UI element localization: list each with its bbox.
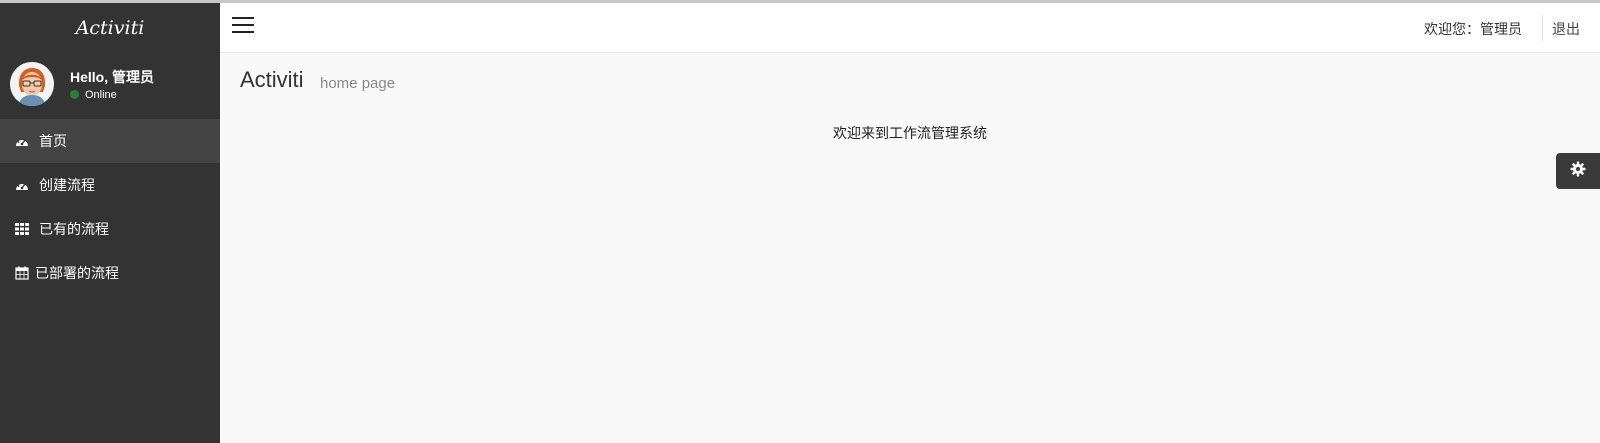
dashboard-icon [14, 177, 30, 193]
sidebar-menu: 首页 创建流程 已有的流程 已部署的流程 [0, 119, 220, 295]
user-panel: Hello, 管理员 Online [0, 53, 220, 119]
sidebar-item-label: 首页 [39, 133, 67, 149]
header-divider [1542, 15, 1543, 41]
sidebar-item-existing-processes[interactable]: 已有的流程 [0, 207, 220, 251]
logout-link[interactable]: 退出 [1552, 19, 1580, 39]
page-subtitle: home page [320, 75, 396, 92]
grid-icon [14, 221, 30, 237]
settings-toggle-button[interactable] [1556, 153, 1600, 189]
main-content: Activiti home page 欢迎来到工作流管理系统 [220, 53, 1600, 443]
user-status-label: Online [85, 89, 117, 101]
user-status: Online [70, 89, 117, 101]
sidebar-item-label: 已有的流程 [39, 221, 109, 237]
sidebar-item-label: 创建流程 [39, 177, 95, 193]
sidebar: Activiti Hello, 管理员 Online 首页 创建流程 已有的流程… [0, 3, 220, 443]
user-greeting: Hello, 管理员 [70, 69, 155, 85]
gear-icon [1570, 161, 1586, 182]
brand-logo[interactable]: Activiti [0, 3, 220, 53]
online-status-icon [70, 90, 79, 99]
welcome-user-text: 欢迎您：管理员 [1424, 21, 1522, 37]
sidebar-item-label: 已部署的流程 [35, 265, 119, 281]
sidebar-item-create-process[interactable]: 创建流程 [0, 163, 220, 207]
calendar-icon [14, 265, 30, 281]
top-header: 欢迎您：管理员 退出 [220, 3, 1600, 53]
sidebar-item-deployed-processes[interactable]: 已部署的流程 [0, 251, 220, 295]
avatar [10, 62, 54, 106]
page-title: Activiti [240, 67, 304, 92]
menu-toggle-icon[interactable] [232, 17, 254, 37]
welcome-message: 欢迎来到工作流管理系统 [833, 125, 987, 141]
sidebar-item-home[interactable]: 首页 [0, 119, 220, 163]
dashboard-icon [14, 133, 30, 149]
